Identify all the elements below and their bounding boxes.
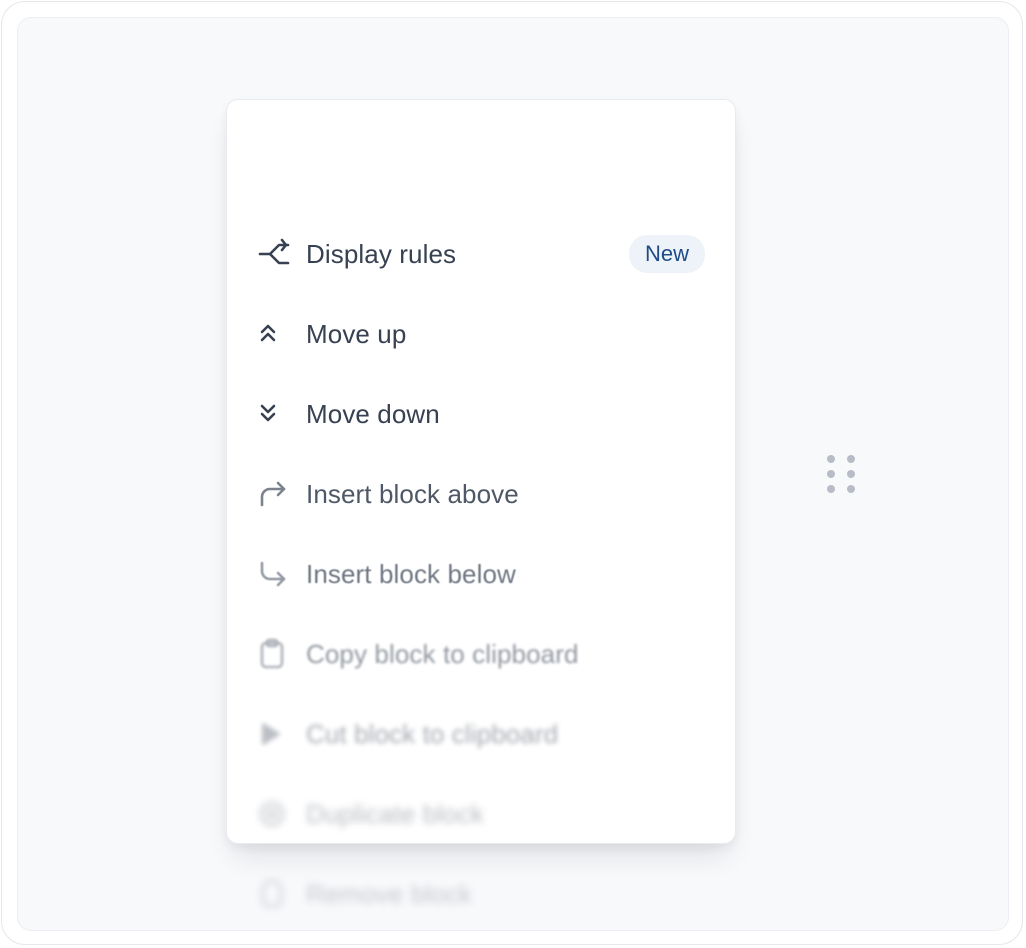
menu-item-label: Display rules (306, 238, 457, 269)
menu-item-move-down[interactable]: Move down (227, 382, 735, 446)
menu-item-duplicate-block[interactable]: Duplicate block (227, 782, 735, 846)
new-badge: New (628, 235, 705, 273)
chevrons-down-icon (257, 397, 291, 431)
menu-item-label: Move down (306, 398, 440, 429)
clipboard-icon (257, 637, 291, 671)
duplicate-icon (257, 797, 291, 831)
menu-item-label: Insert block above (306, 478, 519, 509)
menu-item-cut-block[interactable]: Cut block to clipboard (227, 702, 735, 766)
block-options-menu: Display rules New Move up Move down Inse… (226, 99, 736, 909)
menu-item-copy-block[interactable]: Copy block to clipboard (227, 622, 735, 686)
menu-item-insert-above[interactable]: Insert block above (227, 462, 735, 526)
menu-item-label: Duplicate block (306, 798, 484, 829)
corner-down-right-icon (257, 557, 291, 591)
corner-up-right-icon (257, 477, 291, 511)
branch-icon (257, 237, 291, 271)
menu-item-label: Copy block to clipboard (306, 638, 579, 669)
menu-item-move-up[interactable]: Move up (227, 302, 735, 366)
menu-item-label: Insert block below (306, 558, 516, 589)
menu-item-label: Remove block (306, 878, 472, 909)
chevrons-up-icon (257, 317, 291, 351)
menu-item-insert-below[interactable]: Insert block below (227, 542, 735, 606)
trash-icon (257, 877, 291, 911)
menu-item-label: Cut block to clipboard (306, 718, 559, 749)
drag-dots-icon[interactable] (824, 452, 858, 496)
scissors-icon (257, 717, 291, 751)
menu-item-remove-block[interactable]: Remove block (227, 862, 735, 926)
menu-item-display-rules[interactable]: Display rules New (227, 222, 735, 286)
menu-item-label: Move up (306, 318, 407, 349)
